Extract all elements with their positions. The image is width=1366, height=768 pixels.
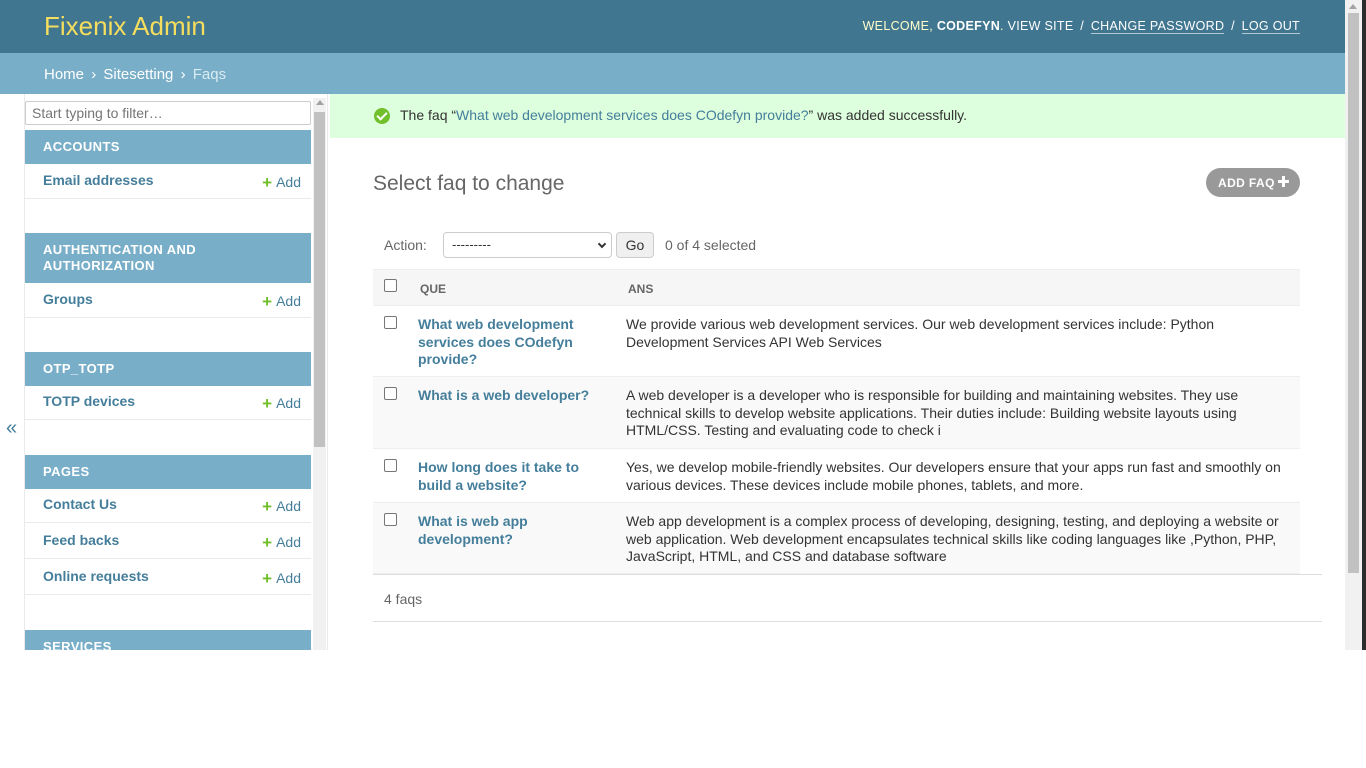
- breadcrumb-separator: ›: [91, 66, 97, 83]
- add-label: Add: [276, 395, 301, 411]
- module-caption-pages[interactable]: Pages: [25, 455, 311, 489]
- faq-question-link[interactable]: What is web app development?: [418, 513, 613, 548]
- browser-viewport: Fixenix Admin Welcome, CODEFYN. View sit…: [0, 0, 1366, 650]
- add-label: Add: [276, 293, 301, 309]
- sidebar-filter-input[interactable]: [25, 101, 311, 125]
- scroll-up-arrow-icon[interactable]: [1349, 4, 1357, 9]
- table-row: What web development services does COdef…: [373, 306, 1300, 377]
- message-suffix: ” was added successfully.: [808, 107, 968, 123]
- column-header-ans[interactable]: Ans: [628, 282, 653, 296]
- add-label: Add: [276, 174, 301, 190]
- breadcrumb: Home › Sitesetting › Faqs: [0, 53, 1345, 94]
- sidebar-item-groups: Groups + Add: [25, 282, 311, 318]
- add-label: Add: [276, 498, 301, 514]
- breadcrumb-sitesetting[interactable]: Sitesetting: [103, 66, 173, 83]
- column-header-que[interactable]: Que: [420, 282, 446, 296]
- plus-icon: +: [262, 569, 273, 588]
- row-checkbox[interactable]: [384, 459, 397, 472]
- success-check-icon: [374, 108, 390, 124]
- page-scrollbar[interactable]: [1345, 0, 1362, 650]
- plus-icon: +: [262, 394, 273, 413]
- sidebar-scrollbar[interactable]: [313, 98, 326, 650]
- module-caption-services[interactable]: Services: [25, 630, 311, 650]
- add-faq-button[interactable]: Add faq: [1206, 168, 1300, 197]
- scroll-up-arrow-icon[interactable]: [316, 100, 324, 105]
- add-feed-back-link[interactable]: + Add: [262, 532, 301, 552]
- row-checkbox[interactable]: [384, 316, 397, 329]
- welcome-text: Welcome,: [862, 19, 934, 33]
- faq-question-link[interactable]: What is a web developer?: [418, 387, 613, 405]
- action-select[interactable]: ---------: [443, 232, 612, 258]
- sidebar-item-label[interactable]: Email addresses: [43, 172, 154, 188]
- add-label: Add: [276, 570, 301, 586]
- add-group-link[interactable]: + Add: [262, 291, 301, 311]
- plus-icon: +: [262, 173, 273, 192]
- sidebar-item-email-addresses: Email addresses + Add: [25, 163, 311, 199]
- sidebar-item-label[interactable]: Online requests: [43, 568, 149, 584]
- view-site-link[interactable]: View site: [1008, 19, 1074, 33]
- admin-header: Fixenix Admin Welcome, CODEFYN. View sit…: [0, 0, 1345, 53]
- add-online-request-link[interactable]: + Add: [262, 568, 301, 588]
- module-caption-auth[interactable]: Authentication and Authorization: [25, 233, 311, 283]
- table-header: Que Ans: [373, 269, 1300, 306]
- separator: /: [1231, 19, 1235, 33]
- add-faq-label: Add faq: [1218, 176, 1275, 190]
- site-brand[interactable]: Fixenix Admin: [44, 11, 206, 42]
- plus-icon: +: [262, 533, 273, 552]
- row-checkbox[interactable]: [384, 513, 397, 526]
- table-row: How long does it take to build a website…: [373, 449, 1300, 503]
- log-out-link[interactable]: Log out: [1241, 19, 1300, 34]
- sidebar-item-label[interactable]: Groups: [43, 291, 93, 307]
- sidebar-item-feed-backs: Feed backs + Add: [25, 523, 311, 559]
- collapse-sidebar-icon: «: [6, 417, 18, 439]
- add-label: Add: [276, 534, 301, 550]
- faq-question-link[interactable]: How long does it take to build a website…: [418, 459, 613, 494]
- actions-bar: Action: --------- Go 0 of 4 selected: [373, 228, 1300, 268]
- breadcrumb-separator: ›: [180, 66, 186, 83]
- faq-answer: Web app development is a complex process…: [626, 513, 1279, 564]
- sidebar-item-totp-devices: TOTP devices + Add: [25, 384, 311, 420]
- message-object-link[interactable]: What web development services does COdef…: [456, 107, 809, 123]
- page-scrollbar-thumb[interactable]: [1348, 13, 1359, 573]
- sidebar-item-label[interactable]: TOTP devices: [43, 393, 135, 409]
- sidebar-scrollbar-thumb[interactable]: [314, 112, 325, 447]
- chevron-down-icon: [597, 239, 607, 249]
- select-all-checkbox[interactable]: [384, 279, 397, 292]
- module-caption-otp-totp[interactable]: OTP_TOTP: [25, 352, 311, 386]
- sidebar-item-label[interactable]: Feed backs: [43, 532, 119, 548]
- plus-icon: +: [262, 292, 273, 311]
- toggle-sidebar-button[interactable]: «: [0, 94, 25, 650]
- paginator: 4 faqs: [373, 574, 1322, 622]
- faq-answer: Yes, we develop mobile-friendly websites…: [626, 459, 1281, 493]
- plus-icon: [1278, 176, 1289, 187]
- faq-question-link[interactable]: What web development services does COdef…: [418, 316, 613, 369]
- success-message: The faq “What web development services d…: [330, 94, 1345, 138]
- message-prefix: The faq “: [400, 107, 457, 123]
- breadcrumb-current: Faqs: [192, 66, 227, 83]
- action-selected-value: ---------: [452, 237, 491, 252]
- add-totp-device-link[interactable]: + Add: [262, 393, 301, 413]
- window-edge: [1362, 0, 1366, 650]
- change-password-link[interactable]: Change password: [1090, 19, 1225, 34]
- table-row: What is web app development? Web app dev…: [373, 503, 1300, 574]
- separator: /: [1080, 19, 1085, 33]
- table-row: What is a web developer? A web developer…: [373, 377, 1300, 449]
- plus-icon: +: [262, 497, 273, 516]
- faq-answer: We provide various web development servi…: [626, 316, 1215, 350]
- row-checkbox[interactable]: [384, 387, 397, 400]
- go-button[interactable]: Go: [616, 232, 654, 258]
- faq-answer: A web developer is a developer who is re…: [626, 387, 1239, 438]
- sidebar-item-online-requests: Online requests + Add: [25, 559, 311, 595]
- breadcrumb-home[interactable]: Home: [44, 66, 84, 83]
- sidebar-item-label[interactable]: Contact Us: [43, 496, 117, 512]
- add-contact-us-link[interactable]: + Add: [262, 496, 301, 516]
- add-email-address-link[interactable]: + Add: [262, 172, 301, 192]
- username: CODEFYN: [936, 19, 1001, 33]
- sidebar-item-contact-us: Contact Us + Add: [25, 487, 311, 523]
- action-label: Action:: [384, 237, 427, 253]
- user-tools: Welcome, CODEFYN. View site / Change pas…: [862, 19, 1300, 34]
- module-caption-accounts[interactable]: Accounts: [25, 130, 311, 164]
- selection-counter: 0 of 4 selected: [665, 237, 757, 253]
- page-title: Select faq to change: [373, 172, 565, 195]
